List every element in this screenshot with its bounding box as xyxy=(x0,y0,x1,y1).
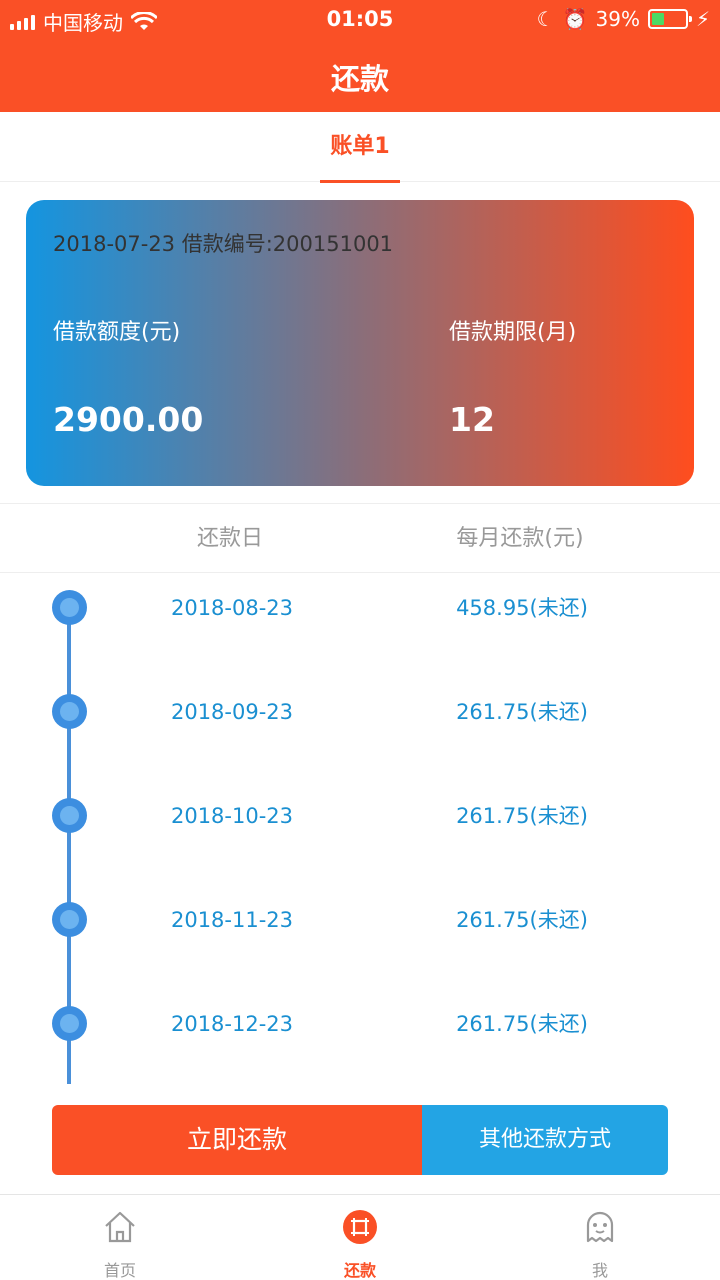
nav-label-me: 我 xyxy=(591,1261,608,1280)
row-amount: 458.95(未还) xyxy=(456,596,588,620)
nav-label-home: 首页 xyxy=(103,1261,136,1280)
top-bar: 中国移动 01:05 ☾ ⏰ 39% ⚡ 还款 xyxy=(0,0,720,112)
alarm-icon: ⏰ xyxy=(562,7,588,31)
row-amount: 261.75(未还) xyxy=(456,804,588,828)
timeline-dot xyxy=(52,590,87,625)
row-date: 2018-10-23 xyxy=(170,804,294,828)
timeline-dot xyxy=(52,1006,87,1041)
bottom-nav: 首页 还款 我 xyxy=(0,1194,720,1280)
page-title: 还款 xyxy=(330,62,389,96)
status-right: ☾ ⏰ 39% ⚡ xyxy=(537,7,710,31)
row-date: 2018-09-23 xyxy=(170,700,294,724)
timeline-dot xyxy=(52,902,87,937)
schedule-row: 2018-11-23 261.75(未还) xyxy=(0,900,720,940)
tab-bar: 账单1 xyxy=(0,112,720,183)
moon-icon: ☾ xyxy=(536,7,555,31)
nav-item-profile[interactable]: 我 xyxy=(540,1195,660,1280)
loan-card: 2018-07-23 借款编号:200151001 借款额度(元) 借款期限(月… xyxy=(26,200,694,486)
loan-meta: 2018-07-23 借款编号:200151001 xyxy=(53,232,394,256)
row-date: 2018-12-23 xyxy=(170,1012,294,1036)
charging-icon: ⚡ xyxy=(695,7,710,31)
loan-amount-value: 2900.00 xyxy=(53,400,204,439)
schedule-header: 还款日 每月还款(元) xyxy=(0,503,720,573)
schedule-row: 2018-10-23 261.75(未还) xyxy=(0,796,720,836)
schedule-row: 2018-08-23 458.95(未还) xyxy=(0,588,720,628)
loan-amount-label: 借款额度(元) xyxy=(53,320,181,345)
schedule-row: 2018-09-23 261.75(未还) xyxy=(0,692,720,732)
nav-label-repay: 还款 xyxy=(343,1261,376,1280)
loan-term-label: 借款期限(月) xyxy=(449,320,577,345)
column-header-date: 还款日 xyxy=(196,526,263,551)
loan-term-value: 12 xyxy=(449,400,495,439)
battery-icon xyxy=(647,9,692,29)
repay-icon xyxy=(343,1210,377,1244)
row-amount: 261.75(未还) xyxy=(456,1012,588,1036)
pay-now-button[interactable]: 立即还款 xyxy=(52,1105,422,1175)
profile-icon xyxy=(586,1211,614,1243)
schedule-row: 2018-12-23 261.75(未还) xyxy=(0,1004,720,1044)
row-date: 2018-08-23 xyxy=(170,596,294,620)
timeline-dot xyxy=(52,798,87,833)
battery-percent: 39% xyxy=(595,7,640,31)
row-amount: 261.75(未还) xyxy=(456,908,588,932)
tab-bill-1[interactable]: 账单1 xyxy=(320,112,400,183)
column-header-amount: 每月还款(元) xyxy=(456,526,584,551)
row-amount: 261.75(未还) xyxy=(456,700,588,724)
status-bar: 中国移动 01:05 ☾ ⏰ 39% ⚡ xyxy=(0,0,720,40)
nav-item-home[interactable]: 首页 xyxy=(60,1195,180,1280)
home-icon xyxy=(105,1211,135,1243)
row-date: 2018-11-23 xyxy=(170,908,294,932)
nav-item-repay[interactable]: 还款 xyxy=(300,1195,420,1280)
other-methods-button[interactable]: 其他还款方式 xyxy=(422,1105,668,1175)
timeline-dot xyxy=(52,694,87,729)
